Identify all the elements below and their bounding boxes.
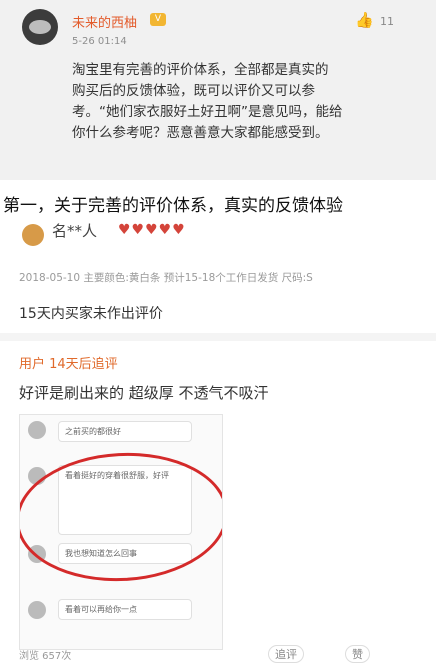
chat-avatar xyxy=(28,601,46,619)
comment-card: 未来的西柚 V 5-26 01:14 👍 11 淘宝里有完善的评价体系，全部都是… xyxy=(0,0,436,180)
followup-button[interactable]: 追评 xyxy=(268,645,304,663)
comment-text: 淘宝里有完善的评价体系，全部都是真实的 购买后的反馈体验，既可以评价又可以参 考… xyxy=(72,60,402,144)
comment-line: 考。“她们家衣服好土好丑啊”是意见吗，能给 xyxy=(72,104,343,120)
red-highlight-circle xyxy=(20,447,222,587)
thumbs-up-icon[interactable]: 👍 xyxy=(355,11,374,29)
comment-line: 你什么参考呢？恶意善意大家都能感受到。 xyxy=(72,125,329,141)
review-photo[interactable]: 之前买的都很好 看着挺好的穿着很舒服，好评 我也想知道怎么回事 看着可以再给你一… xyxy=(19,414,223,650)
followup-label: 用户 14天后追评 xyxy=(19,357,118,372)
reviewer-avatar xyxy=(22,224,44,246)
review-header: 名**人 ♥♥♥♥♥ xyxy=(0,222,436,246)
comment-timestamp: 5-26 01:14 xyxy=(72,36,127,47)
comment-line: 淘宝里有完善的评价体系，全部都是真实的 xyxy=(72,62,329,78)
chat-bubble: 看着可以再给你一点 xyxy=(58,599,192,620)
vip-badge-icon: V xyxy=(150,13,166,26)
divider xyxy=(0,333,436,341)
like-button[interactable]: 赞 xyxy=(345,645,370,663)
username[interactable]: 未来的西柚 xyxy=(72,12,137,31)
like-count: 11 xyxy=(380,15,394,28)
avatar[interactable] xyxy=(22,9,58,45)
review-text: 15天内买家未作出评价 xyxy=(19,306,163,322)
comment-line: 购买后的反馈体验，既可以评价又可以参 xyxy=(72,83,315,99)
followup-text: 好评是刷出来的 超级厚 不透气不吸汗 xyxy=(19,384,269,402)
reviewer-name: 名**人 xyxy=(52,222,98,240)
review-meta: 2018-05-10 主要颜色:黄白条 预计15-18个工作日发货 尺码:S xyxy=(19,272,313,284)
section-heading: 第一，关于完善的评价体系，真实的反馈体验 xyxy=(3,196,343,216)
chat-avatar xyxy=(28,421,46,439)
chat-bubble: 之前买的都很好 xyxy=(58,421,192,442)
view-count: 浏览 657次 xyxy=(19,651,72,662)
rating-hearts-icon: ♥♥♥♥♥ xyxy=(118,222,186,238)
